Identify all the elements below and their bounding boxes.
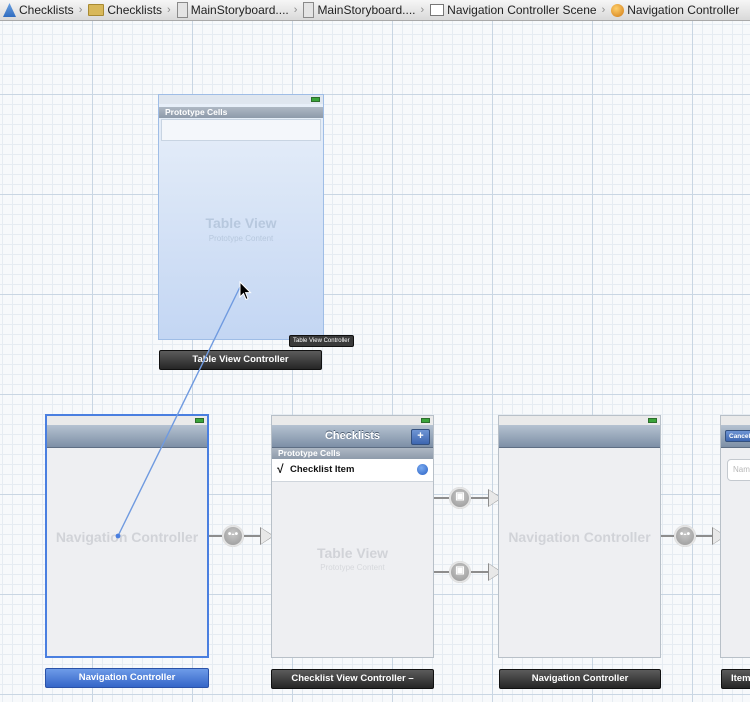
modal-square-icon: ▣: [455, 491, 465, 502]
navigation-bar: [499, 425, 660, 448]
status-bar: [499, 416, 660, 425]
detail-disclosure-icon[interactable]: [417, 464, 428, 475]
modal-segue-icon[interactable]: ▣: [449, 487, 471, 509]
crumb-storyboard-base[interactable]: MainStoryboard....: [300, 2, 417, 18]
table-view-controller-scene[interactable]: Prototype Cells Table View Prototype Con…: [158, 94, 324, 340]
status-bar: [272, 416, 433, 425]
navigation-controller-watermark: Navigation Controller: [55, 529, 199, 545]
relationship-segue-icon[interactable]: •-•: [674, 525, 696, 547]
jump-bar: Checklists › Checklists › MainStoryboard…: [0, 0, 750, 21]
scene-icon: [430, 4, 445, 16]
crumb-label: Navigation Controller: [627, 3, 740, 17]
navigation-bar: Cancel: [721, 425, 750, 448]
crumb-project[interactable]: Checklists: [0, 3, 76, 17]
battery-icon: [311, 97, 320, 102]
status-bar: [159, 95, 323, 104]
status-bar: [721, 416, 750, 425]
crumb-label: MainStoryboard....: [317, 3, 416, 17]
plus-icon: +: [417, 430, 424, 442]
name-placeholder: Nam: [733, 465, 750, 474]
navigation-bar: [47, 425, 207, 448]
navigation-controller-scene[interactable]: Navigation Controller: [45, 414, 209, 658]
navigation-controller-watermark: Navigation Controller: [508, 529, 651, 545]
nav-title: Checklists: [324, 430, 381, 442]
crumb-storyboard-file[interactable]: MainStoryboard....: [174, 2, 291, 18]
file-icon: [176, 2, 188, 18]
chevron-right-icon: ›: [601, 4, 606, 16]
checkmark-icon: √: [277, 462, 284, 476]
crumb-label: Navigation Controller Scene: [447, 3, 597, 17]
item-detail-scene[interactable]: Cancel Nam: [720, 415, 750, 658]
folder-icon: [88, 4, 105, 16]
status-bar: [47, 416, 207, 425]
battery-icon: [421, 418, 430, 423]
modal-square-icon: ▣: [455, 565, 465, 576]
chevron-right-icon: ›: [420, 4, 425, 16]
file-icon: [303, 2, 315, 18]
checklist-item-cell[interactable]: √ Checklist Item: [272, 459, 433, 482]
relationship-dots-icon: •-•: [679, 529, 691, 540]
table-view-watermark: Table View: [316, 545, 389, 561]
table-view-watermark: Table View: [205, 215, 277, 231]
battery-icon: [195, 418, 204, 423]
chevron-right-icon: ›: [78, 4, 83, 16]
relationship-segue-icon[interactable]: •-•: [222, 525, 244, 547]
section-header: Prototype Cells: [272, 448, 433, 459]
section-header: Prototype Cells: [159, 107, 323, 118]
navigation-bar: Checklists +: [272, 425, 433, 448]
modal-segue-icon[interactable]: ▣: [449, 561, 471, 583]
add-button[interactable]: +: [411, 429, 430, 445]
tooltip: Table View Controller: [289, 335, 354, 347]
crumb-label: MainStoryboard....: [190, 3, 289, 17]
chevron-right-icon: ›: [167, 4, 171, 16]
crumb-scene[interactable]: Navigation Controller Scene: [427, 3, 598, 17]
relationship-dots-icon: •-•: [227, 529, 239, 540]
crumb-group[interactable]: Checklists: [85, 3, 164, 17]
item-scene-label[interactable]: Item: [721, 669, 750, 689]
navigation-controller-label-2[interactable]: Navigation Controller: [499, 669, 661, 689]
navigation-controller-scene-2[interactable]: Navigation Controller: [498, 415, 661, 658]
navigation-controller-icon: [611, 3, 625, 17]
cell-label: Checklist Item: [290, 464, 355, 475]
battery-icon: [648, 418, 657, 423]
crumb-nav-controller[interactable]: Navigation Controller: [608, 3, 741, 17]
crumb-label: Checklists: [107, 3, 163, 17]
checklist-view-controller-scene[interactable]: Checklists + Prototype Cells √ Checklist…: [271, 415, 434, 658]
prototype-cell[interactable]: [161, 119, 321, 141]
cancel-button[interactable]: Cancel: [725, 430, 750, 442]
crumb-label: Checklists: [19, 3, 74, 17]
project-icon: [3, 3, 16, 17]
prototype-content-watermark: Prototype Content: [320, 563, 385, 572]
prototype-content-watermark: Prototype Content: [208, 234, 274, 243]
checklist-view-controller-label[interactable]: Checklist View Controller –: [271, 669, 434, 689]
name-text-field[interactable]: Nam: [727, 459, 750, 481]
navigation-controller-label[interactable]: Navigation Controller: [45, 668, 209, 688]
table-view-controller-label[interactable]: Table View Controller: [159, 350, 322, 370]
chevron-right-icon: ›: [293, 4, 298, 16]
